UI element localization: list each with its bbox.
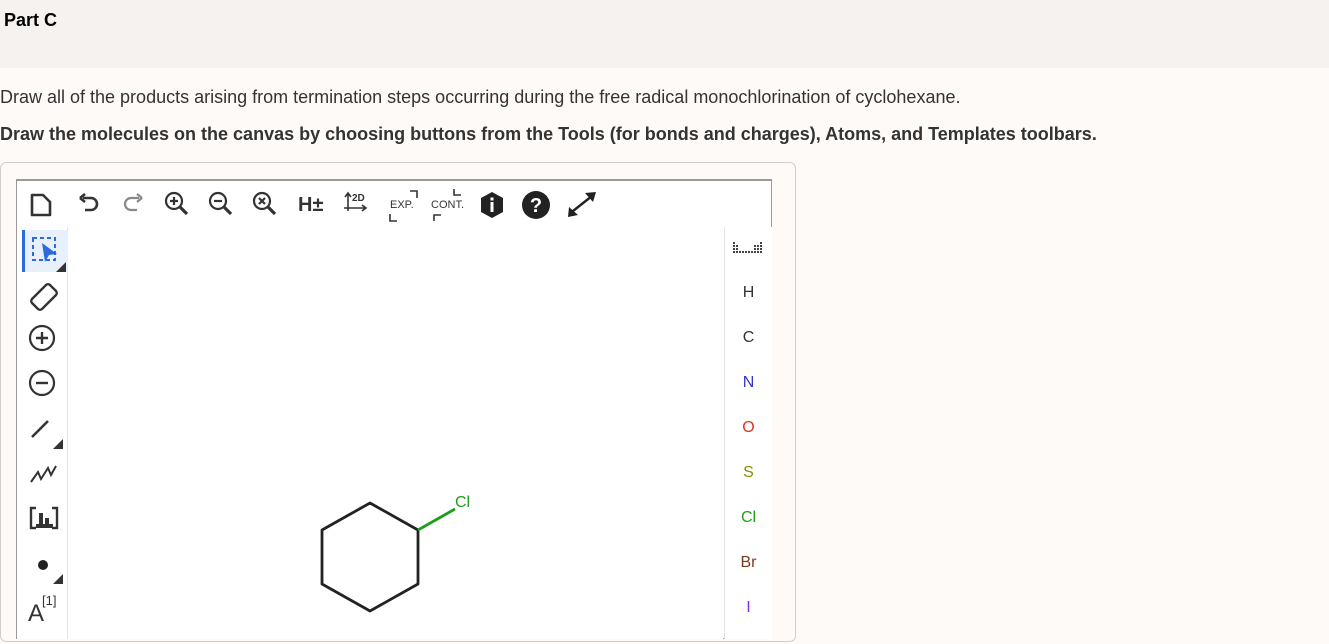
radical-tool[interactable] <box>28 553 68 587</box>
info-icon[interactable] <box>479 191 505 219</box>
atom-button-cl[interactable]: Cl <box>725 509 772 527</box>
cyclohexane-ring <box>320 501 420 613</box>
drawing-canvas[interactable]: Cl <box>68 227 723 639</box>
radical-dropdown-indicator <box>53 574 63 584</box>
chain-tool-icon[interactable] <box>28 460 58 486</box>
negative-charge-icon[interactable] <box>28 369 56 397</box>
atom-button-o[interactable]: O <box>725 419 772 437</box>
sgroup-bracket-icon[interactable] <box>28 504 60 532</box>
atom-button-c[interactable]: C <box>725 329 772 347</box>
atom-map-letter: A <box>28 600 45 627</box>
instruction-bold-text: Draw the molecules on the canvas by choo… <box>0 124 1097 144</box>
atom-button-h[interactable]: H <box>725 284 772 302</box>
expand-label: EXP. <box>390 199 414 211</box>
clean-2d-label: 2D <box>352 193 365 204</box>
zoom-in-icon[interactable] <box>163 190 191 218</box>
cl-atom-label: Cl <box>455 494 470 511</box>
positive-charge-icon[interactable] <box>28 324 56 352</box>
help-icon[interactable]: ? <box>521 190 551 220</box>
atom-button-s[interactable]: S <box>725 464 772 482</box>
new-document-icon[interactable] <box>29 192 53 218</box>
clean-2d-button[interactable]: 2D <box>342 191 372 219</box>
chlorocyclohexane-structure[interactable]: Cl <box>68 227 723 639</box>
instruction-text: Draw all of the products arising from te… <box>0 87 961 107</box>
bond-dropdown-indicator <box>53 439 63 449</box>
zoom-out-icon[interactable] <box>207 190 235 218</box>
atom-map-label: [1] <box>42 593 57 608</box>
atom-button-i[interactable]: I <box>725 599 772 617</box>
selection-dropdown-indicator <box>56 262 66 272</box>
expand-button[interactable]: EXP. <box>388 189 426 223</box>
atom-map-tool[interactable]: [1] A <box>28 590 68 632</box>
hydrogen-toggle-button[interactable]: H± <box>298 194 323 217</box>
contract-label: CONT. <box>431 199 464 211</box>
part-header: Part C <box>0 0 1329 68</box>
undo-icon[interactable] <box>77 193 101 215</box>
single-bond-tool[interactable] <box>28 415 68 451</box>
selection-tool-button[interactable] <box>22 230 69 272</box>
c-cl-bond <box>417 507 456 532</box>
fullscreen-icon[interactable] <box>565 190 599 218</box>
svg-text:?: ? <box>530 195 542 217</box>
atoms-toolbar: H C N O S Cl Br I <box>724 227 772 639</box>
contract-button[interactable]: CONT. <box>430 189 470 223</box>
atom-button-n[interactable]: N <box>725 374 772 392</box>
periodic-table-icon[interactable] <box>732 241 764 257</box>
atom-button-br[interactable]: Br <box>725 554 772 572</box>
top-toolbar: H± 2D EXP. CONT. ? <box>17 181 771 227</box>
part-title: Part C <box>4 10 58 30</box>
redo-icon[interactable] <box>121 193 145 215</box>
eraser-icon[interactable] <box>28 279 62 311</box>
zoom-reset-icon[interactable] <box>251 190 279 218</box>
